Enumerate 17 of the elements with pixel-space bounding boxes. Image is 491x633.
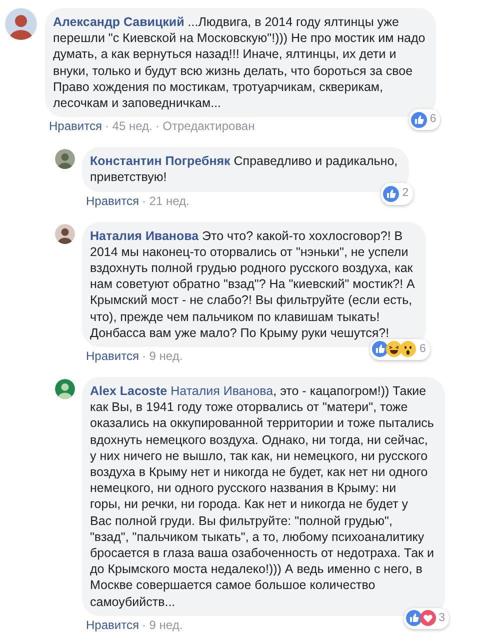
meta-text: · Отредактирован [155, 118, 255, 136]
like-link[interactable]: Нравится [86, 192, 139, 210]
meta-text: · 45 нед. [104, 118, 152, 136]
like-link[interactable]: Нравится [86, 347, 139, 366]
author-link[interactable]: Alex Lacoste [90, 384, 168, 398]
like-link[interactable]: Нравится [49, 117, 102, 136]
surprised-face-icon [400, 341, 416, 358]
like-link[interactable]: Нравится [86, 616, 139, 633]
author-link[interactable]: Наталия Иванова [90, 228, 199, 243]
meta-text: · 21 нед. [142, 192, 190, 210]
meta-text: · 9 нед. [142, 348, 183, 366]
reaction-count: 2 [402, 186, 409, 202]
meta-text: · 9 нед. [142, 616, 183, 633]
laughing-face-icon [386, 341, 402, 358]
author-link[interactable]: Александр Савицкий [53, 15, 184, 29]
author-link[interactable]: Константин Погребняк [90, 154, 230, 168]
mention-link[interactable]: Наталия Иванова [170, 384, 274, 398]
